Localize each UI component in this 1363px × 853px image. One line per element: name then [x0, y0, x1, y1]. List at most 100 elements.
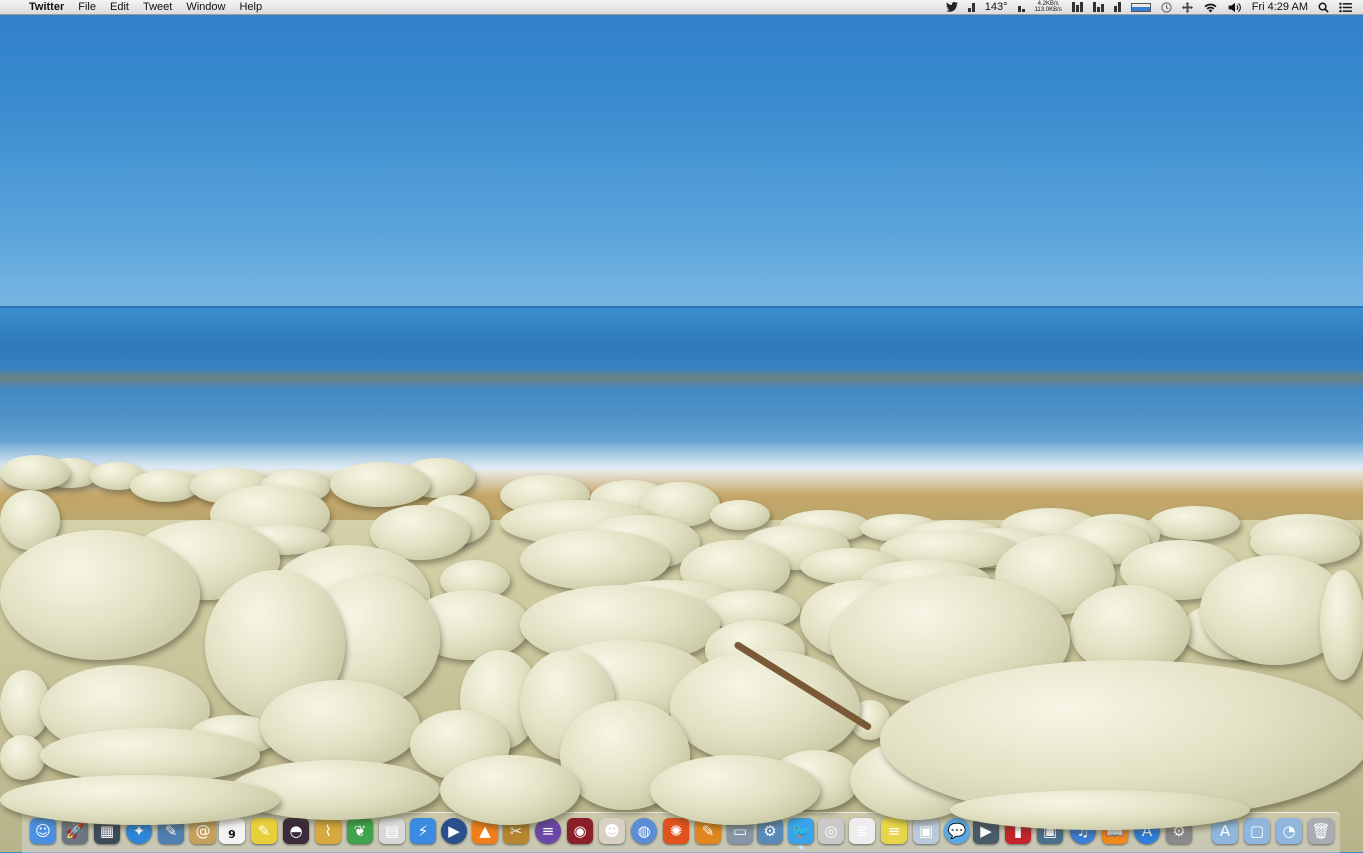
- memory-meter-icon[interactable]: [1067, 2, 1088, 12]
- wallpaper-stone: [1320, 570, 1363, 680]
- photos-icon[interactable]: ▣: [913, 818, 939, 844]
- wallpaper-wave-band: [0, 368, 1363, 390]
- network-download-speed: 113.0KB/s: [1034, 7, 1062, 13]
- calendar-glyph: 9: [228, 827, 236, 841]
- elephant-icon[interactable]: ❦: [347, 818, 373, 844]
- wallpaper-stone: [260, 680, 420, 770]
- trash-icon[interactable]: 🗑: [1308, 818, 1334, 844]
- menu-bar-status-area: 143° 4.2KB/s 113.0KB/s Fri 4:29 AM: [941, 0, 1363, 15]
- fan-icon[interactable]: [1013, 2, 1030, 12]
- move-arrows-icon[interactable]: [1177, 1, 1198, 13]
- messages-glyph: 💬: [947, 821, 967, 840]
- twitter-glyph: 🐦: [791, 821, 811, 840]
- downloads-folder-glyph: ◔: [1282, 821, 1296, 840]
- photo-editor-glyph: ✂: [509, 821, 523, 840]
- folder-icon[interactable]: ◔: [1276, 818, 1302, 844]
- notification-center-icon[interactable]: [1334, 2, 1357, 13]
- wallpaper-stone: [330, 462, 430, 507]
- text-edit-glyph: ≣: [855, 821, 869, 840]
- window-menu[interactable]: Window: [179, 0, 232, 15]
- facetime-glyph: ▶: [980, 821, 992, 840]
- preview-photos-glyph: ▣: [918, 821, 934, 840]
- text-edit-icon[interactable]: ≣: [849, 818, 875, 844]
- spotlight-search-icon[interactable]: [1313, 2, 1334, 13]
- edit-menu[interactable]: Edit: [103, 0, 136, 15]
- play-icon[interactable]: ▶: [441, 818, 467, 844]
- server-glyph: ≡: [541, 821, 555, 840]
- chrome-glyph: ◍: [637, 821, 651, 840]
- stickies-glyph: ✎: [257, 821, 271, 840]
- finder-glyph: ☺: [35, 821, 51, 840]
- launchpad-glyph: 🚀: [65, 821, 85, 840]
- notes-glyph: ≡: [887, 821, 901, 840]
- glasses-icon[interactable]: ◎: [818, 818, 844, 844]
- documents-folder-glyph: ▢: [1249, 821, 1265, 840]
- clipboard-glyph: ⌇: [324, 821, 332, 840]
- bowler-hat-icon[interactable]: ◓: [283, 818, 309, 844]
- twitter-bird-icon[interactable]: [941, 2, 963, 12]
- vlc-glyph: ▲: [479, 821, 491, 840]
- wallpaper-stone: [1150, 506, 1240, 540]
- running-indicator: [799, 846, 803, 849]
- pages-glyph: ✎: [701, 821, 715, 840]
- finder-icon[interactable]: ☺: [30, 818, 56, 844]
- file-menu[interactable]: File: [71, 0, 103, 15]
- speech-bubble-icon[interactable]: 💬: [944, 818, 970, 844]
- cpu-meter-icon[interactable]: [963, 2, 980, 12]
- paperclip-icon[interactable]: ⌇: [315, 818, 341, 844]
- alfred-glyph: ◓: [289, 821, 303, 840]
- firefox-glyph: ✺: [669, 821, 683, 840]
- photo-booth-glyph: ◉: [573, 821, 587, 840]
- glasses-app-glyph: ◎: [824, 821, 838, 840]
- database-icon[interactable]: ≡: [535, 818, 561, 844]
- wallpaper-stone: [440, 755, 580, 825]
- notebook-glyph: ▤: [384, 821, 400, 840]
- desktop-wallpaper: [0, 0, 1363, 852]
- app-menu[interactable]: Twitter: [22, 0, 71, 15]
- flame-icon[interactable]: ✺: [663, 818, 689, 844]
- wallpaper-stone: [0, 455, 70, 490]
- disk-meter-icon[interactable]: [1088, 2, 1109, 12]
- contacts-glyph: @: [195, 821, 211, 840]
- tweet-menu[interactable]: Tweet: [136, 0, 179, 15]
- face-app-glyph: ☻: [604, 821, 620, 840]
- system-info-glyph: ⚙: [763, 821, 777, 840]
- quicktime-glyph: ▶: [448, 821, 460, 840]
- wallpaper-horizon: [0, 306, 1363, 308]
- folder-icon[interactable]: ▢: [1244, 818, 1270, 844]
- wallpaper-stone: [710, 500, 770, 530]
- wallpaper-stone: [0, 775, 280, 825]
- wallpaper-stone: [950, 790, 1250, 830]
- face-icon[interactable]: ☻: [599, 818, 625, 844]
- camera-lens-icon[interactable]: ◉: [567, 818, 593, 844]
- browser-icon[interactable]: ◍: [631, 818, 657, 844]
- stickies-icon[interactable]: ✎: [251, 818, 277, 844]
- bird-icon[interactable]: 🐦: [788, 818, 814, 849]
- lightning-icon[interactable]: ⚡: [410, 818, 436, 844]
- time-machine-icon[interactable]: [1156, 1, 1177, 13]
- applications-folder-glyph: A: [1219, 821, 1231, 840]
- wallpaper-stone: [0, 735, 45, 780]
- mission-control-glyph: ▦: [99, 821, 115, 840]
- volume-icon[interactable]: [1223, 2, 1247, 13]
- menu-bar-left: Twitter File Edit Tweet Window Help: [0, 0, 269, 15]
- battery-meter-icon[interactable]: [1109, 2, 1126, 12]
- wifi-icon[interactable]: [1198, 2, 1223, 13]
- temperature-readout[interactable]: 143°: [980, 0, 1013, 15]
- menu-bar: Twitter File Edit Tweet Window Help 143°…: [0, 0, 1363, 15]
- calendar-icon[interactable]: 9: [219, 818, 245, 844]
- preview-glyph: ✎: [164, 821, 178, 840]
- wallpaper-sky: [0, 0, 1363, 308]
- trash-glyph: 🗑: [1311, 821, 1331, 840]
- clock[interactable]: Fri 4:29 AM: [1247, 0, 1313, 15]
- wallpaper-stone: [650, 755, 820, 825]
- notebook-icon[interactable]: ▤: [379, 818, 405, 844]
- help-menu[interactable]: Help: [232, 0, 269, 15]
- wallpaper-stone: [0, 530, 200, 660]
- safari-glyph: ✦: [132, 821, 146, 840]
- network-speed-readout[interactable]: 4.2KB/s 113.0KB/s: [1030, 1, 1067, 13]
- notes-icon[interactable]: ≡: [881, 818, 907, 844]
- lightning-glyph: ⚡: [417, 821, 429, 840]
- remote-desktop-glyph: ▭: [732, 821, 748, 840]
- activity-graph-icon[interactable]: [1126, 2, 1156, 12]
